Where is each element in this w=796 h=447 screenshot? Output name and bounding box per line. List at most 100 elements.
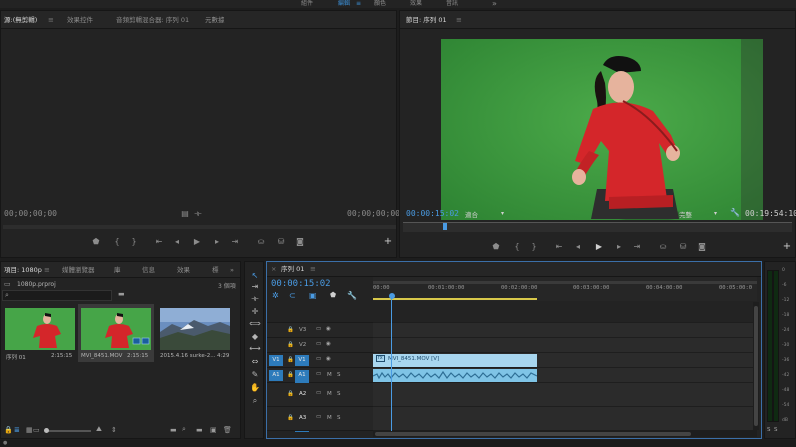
new-bin-icon[interactable]: ▬	[170, 426, 177, 434]
pen-tool-icon[interactable]: ✎	[249, 370, 261, 380]
project-item-clip[interactable]: MVI_8451.MOV 2:15:15	[78, 304, 154, 362]
track-v3[interactable]	[373, 323, 757, 338]
workspace-color[interactable]: 顏色	[374, 0, 386, 8]
step-back-icon[interactable]: ◂	[171, 237, 183, 247]
zoom-tool-icon[interactable]: ⌕	[249, 396, 261, 406]
tab-markers[interactable]: 標	[212, 262, 219, 278]
mark-in-icon[interactable]: {	[511, 242, 523, 252]
tab-metadata[interactable]: 元數據	[205, 11, 225, 29]
step-forward-icon[interactable]: ▸	[613, 242, 625, 252]
tab-media-browser[interactable]: 媒體瀏覽器	[62, 262, 95, 278]
eye-icon[interactable]: ◉	[326, 326, 331, 332]
eye-icon[interactable]: ◉	[326, 356, 331, 362]
playhead-handle[interactable]	[389, 293, 395, 299]
mark-out-icon[interactable]: }	[128, 237, 140, 247]
go-to-out-icon[interactable]: ⇥	[631, 242, 643, 252]
mark-out-icon[interactable]: }	[528, 242, 540, 252]
extract-icon[interactable]: ⛁	[677, 242, 689, 252]
tab-project[interactable]: 項目: 1080p	[4, 262, 42, 278]
add-marker-icon[interactable]: ⬟	[330, 291, 336, 299]
workspace-effects[interactable]: 效果	[410, 0, 422, 8]
time-ruler[interactable]: 00:00 00:01:00:00 00:02:00:00 00:03:00:0…	[373, 277, 757, 301]
audio-clip[interactable]	[373, 369, 537, 382]
lock-icon[interactable]: 🔒	[287, 415, 294, 421]
source-patch-a1[interactable]: A1	[269, 370, 283, 381]
workspace-assembly[interactable]: 組件	[301, 0, 313, 8]
tab-menu-icon[interactable]: ≡	[44, 262, 50, 278]
lock-icon[interactable]: 🔒	[287, 327, 294, 333]
project-item-footage[interactable]: 2015.4.16 surke-2... 4:29	[156, 304, 232, 362]
slide-tool-icon[interactable]: ⇔	[249, 357, 261, 367]
workspace-audio[interactable]: 音訊	[446, 0, 458, 8]
razor-tool-icon[interactable]: ◆	[249, 332, 261, 342]
mute-button[interactable]: M	[327, 372, 332, 378]
zoom-slider[interactable]	[44, 428, 91, 433]
mute-button[interactable]: M	[327, 391, 332, 397]
mark-in-icon[interactable]: {	[111, 237, 123, 247]
timeline-settings-icon[interactable]: 🔧	[347, 291, 357, 300]
sync-lock-icon[interactable]: ▭	[316, 326, 321, 332]
step-forward-icon[interactable]: ▸	[211, 237, 223, 247]
tab-menu-icon[interactable]: ≡	[456, 11, 462, 29]
export-frame-icon[interactable]: ◙	[696, 242, 708, 252]
slip-tool-icon[interactable]: ⟷	[249, 344, 261, 354]
lock-icon[interactable]: 🔒	[287, 391, 294, 397]
playhead[interactable]	[443, 223, 447, 230]
add-button-icon[interactable]: +	[781, 242, 793, 252]
list-view-icon[interactable]: ≣	[14, 426, 20, 434]
video-clip[interactable]: fx MVI_8451.MOV [V]	[373, 354, 537, 367]
sync-lock-icon[interactable]: ▭	[316, 341, 321, 347]
close-icon[interactable]: ×	[271, 262, 276, 277]
marker-icon[interactable]: ⬟	[490, 242, 502, 252]
snap-icon[interactable]: ⊂	[289, 291, 296, 300]
tab-audio-clip-mixer[interactable]: 音頻剪輯混合器: 序列 01	[116, 11, 189, 29]
play-icon[interactable]: ▶	[191, 237, 203, 247]
workspace-editing[interactable]: 編輯	[338, 0, 350, 8]
chevron-down-icon[interactable]: ▾	[501, 210, 504, 217]
fit-dropdown[interactable]: 適合	[465, 209, 478, 219]
sort-icon[interactable]: ⇕	[111, 426, 117, 434]
quality-dropdown[interactable]: 完整	[679, 209, 692, 219]
find-icon[interactable]: ⌕	[182, 425, 186, 434]
go-to-out-icon[interactable]: ⇥	[229, 237, 241, 247]
search-input[interactable]: ⌕	[2, 290, 112, 301]
track-v2[interactable]	[373, 338, 757, 353]
vertical-scrollbar[interactable]	[753, 302, 759, 430]
new-item-icon[interactable]: ▣	[210, 426, 217, 434]
folder-icon[interactable]: ▬	[196, 426, 203, 434]
horizontal-scrollbar[interactable]	[373, 431, 757, 437]
insert-icon[interactable]: ⛀	[255, 237, 267, 247]
solo-button[interactable]: S	[337, 372, 341, 378]
tab-source[interactable]: 源:(無剪輯)	[4, 11, 37, 29]
solo-left-button[interactable]: S	[767, 427, 771, 433]
track-target-v1[interactable]: V1	[295, 355, 309, 366]
source-patch-v1[interactable]: V1	[269, 355, 283, 366]
tab-menu-icon[interactable]: ≡	[48, 11, 54, 29]
solo-right-button[interactable]: S	[774, 427, 778, 433]
program-timecode-current[interactable]: 00:00:15:02	[406, 209, 459, 218]
lock-icon[interactable]: 🔒	[4, 426, 13, 434]
sync-lock-icon[interactable]: ▭	[316, 356, 321, 362]
go-to-in-icon[interactable]: ⇤	[553, 242, 565, 252]
tab-info[interactable]: 信息	[142, 262, 155, 278]
work-area-bar[interactable]	[373, 298, 537, 300]
go-to-in-icon[interactable]: ⇤	[153, 237, 165, 247]
track-a2[interactable]	[373, 383, 757, 407]
lock-icon[interactable]: 🔒	[287, 372, 294, 378]
lock-icon[interactable]: 🔒	[287, 357, 294, 363]
solo-button[interactable]: S	[337, 391, 341, 397]
freeform-view-icon[interactable]: ▭	[33, 426, 40, 434]
timeline-timecode[interactable]: 00:00:15:02	[271, 279, 331, 289]
mountain-icon[interactable]: ⛰	[96, 425, 102, 434]
sync-lock-icon[interactable]: ▭	[316, 390, 321, 396]
tab-overflow-icon[interactable]: »	[230, 262, 234, 278]
tab-libraries[interactable]: 庫	[114, 262, 121, 278]
selection-tool-icon[interactable]: ↖	[249, 271, 261, 281]
eye-icon[interactable]: ◉	[326, 341, 331, 347]
source-scrubber[interactable]	[3, 225, 396, 229]
wrench-icon[interactable]: 🔧	[730, 208, 740, 217]
drag-audio-icon[interactable]: ⟛	[192, 209, 204, 219]
nest-icon[interactable]: ✲	[272, 291, 279, 300]
rolling-edit-tool-icon[interactable]: ✛	[249, 307, 261, 317]
hand-tool-icon[interactable]: ✋	[249, 383, 261, 393]
